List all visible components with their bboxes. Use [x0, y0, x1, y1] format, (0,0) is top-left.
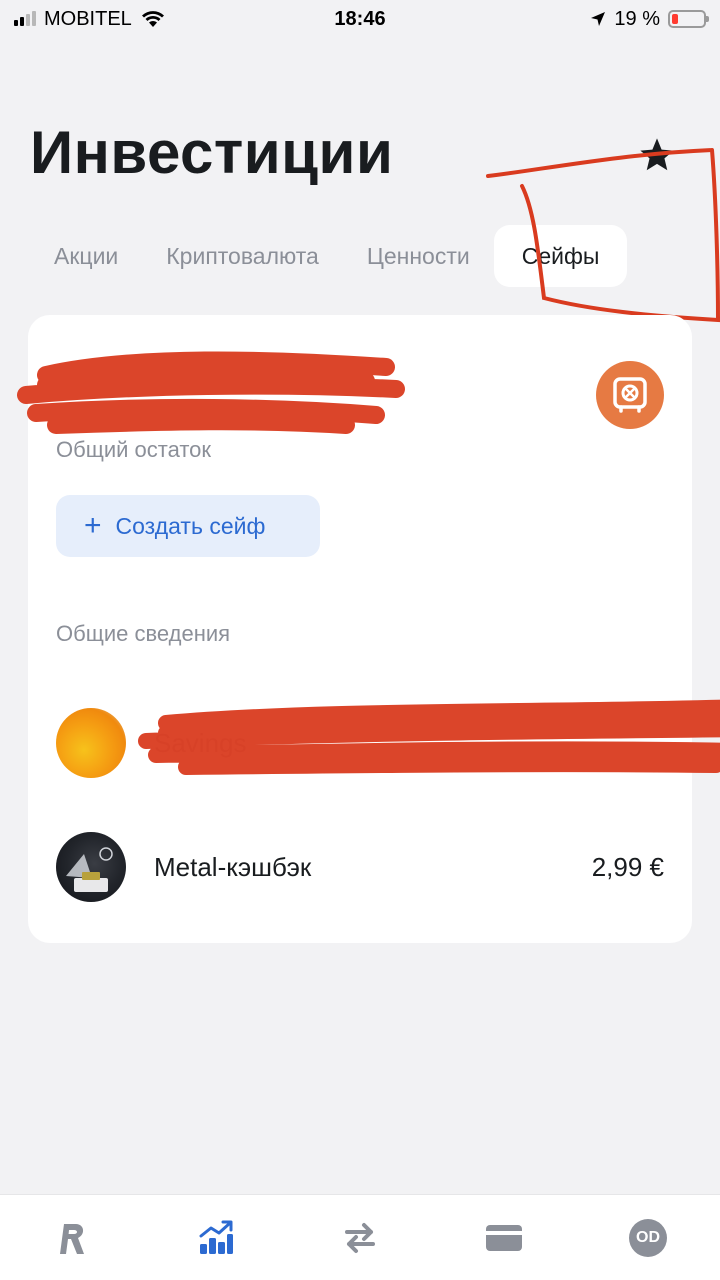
vault-avatar	[56, 832, 126, 902]
battery-percent: 19 %	[614, 7, 660, 30]
status-left: MOBITEL	[14, 8, 166, 31]
nav-invest[interactable]	[176, 1208, 256, 1268]
vault-icon[interactable]	[596, 361, 664, 429]
vault-row-savings[interactable]: Savings	[56, 699, 720, 779]
star-icon[interactable]	[638, 136, 676, 174]
vault-amount: 2,99 €	[591, 851, 664, 882]
status-bar: MOBITEL 18:46 19 %	[0, 0, 720, 38]
nav-transfers[interactable]	[320, 1208, 400, 1268]
vault-name: Savings	[154, 727, 247, 758]
tab-commodities[interactable]: Ценности	[343, 225, 494, 287]
total-balance-caption: Общий остаток	[56, 437, 212, 462]
create-vault-label: Создать сейф	[115, 512, 266, 539]
tab-crypto[interactable]: Криптовалюта	[142, 225, 343, 287]
vault-avatar	[56, 708, 126, 778]
invest-chart-icon	[199, 1220, 233, 1254]
create-vault-button[interactable]: + Создать сейф	[56, 495, 320, 557]
screen: MOBITEL 18:46 19 % Инвестиции Акции Крип…	[0, 0, 720, 1280]
revolut-logo-icon	[60, 1223, 84, 1254]
vaults-card: Общий остаток + Создать сейф Общие сведе…	[17, 315, 720, 943]
location-arrow-icon	[591, 12, 606, 26]
overview-caption: Общие сведения	[56, 621, 231, 646]
carrier-label: MOBITEL	[44, 7, 132, 30]
tab-stocks[interactable]: Акции	[30, 225, 142, 287]
vault-row-metal-cashback[interactable]: Metal-кэшбэк 2,99 €	[56, 831, 664, 903]
plus-icon: +	[84, 509, 102, 542]
page-title: Инвестиции	[30, 119, 394, 186]
profile-avatar: OD	[629, 1218, 667, 1257]
card-icon	[486, 1224, 522, 1251]
tab-vaults[interactable]: Сейфы	[493, 225, 628, 287]
wifi-icon	[141, 11, 164, 27]
category-tabs: Акции Криптовалюта Ценности Сейфы	[30, 224, 628, 288]
vault-name: Metal-кэшбэк	[154, 851, 312, 882]
status-right: 19 %	[590, 7, 709, 31]
nav-profile[interactable]: OD	[608, 1208, 688, 1268]
nav-home[interactable]	[32, 1208, 112, 1268]
battery-icon	[668, 10, 709, 28]
safe-icon	[613, 377, 647, 413]
bottom-nav: OD	[0, 1194, 720, 1280]
annotation-redaction-balance	[17, 351, 405, 434]
transfer-arrows-icon	[345, 1222, 375, 1253]
signal-icon	[14, 11, 36, 26]
nav-cards[interactable]	[464, 1208, 544, 1268]
